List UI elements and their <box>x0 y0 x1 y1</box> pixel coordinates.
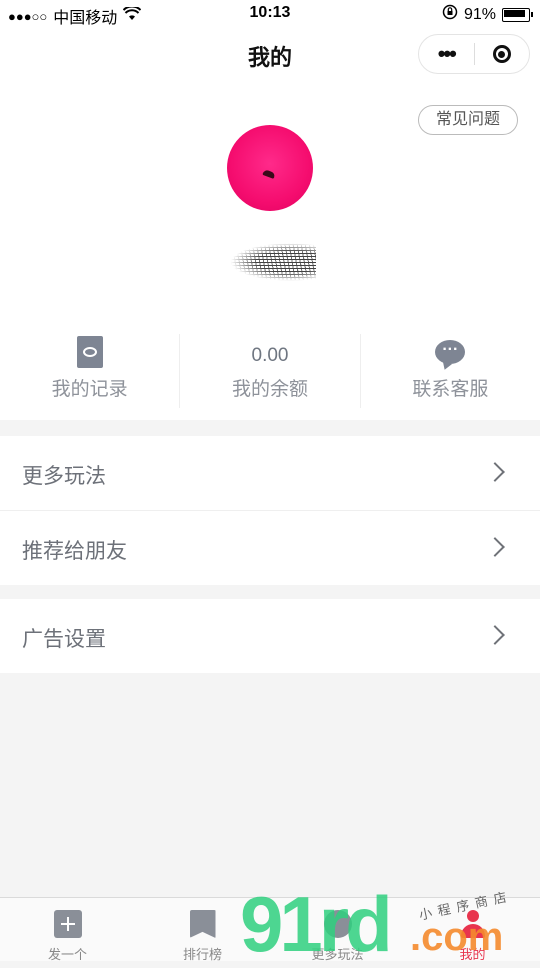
stats-row: 我的记录 0.00 我的余额 联系客服 <box>0 334 540 408</box>
menu-group-1: 更多玩法 推荐给朋友 <box>0 436 540 585</box>
games-icon <box>323 910 352 938</box>
bookmark-icon <box>189 910 216 938</box>
stat-contact-support[interactable]: 联系客服 <box>359 334 540 408</box>
person-icon <box>459 910 487 938</box>
more-dots-icon[interactable]: ••• <box>419 35 474 73</box>
avatar-watermelon-icon <box>262 169 276 179</box>
target-icon <box>492 45 511 63</box>
menu-item-recommend[interactable]: 推荐给朋友 <box>0 511 540 585</box>
menu-item-label: 广告设置 <box>22 628 106 651</box>
stat-label: 我的余额 <box>231 379 308 400</box>
tab-label: 更多玩法 <box>311 947 364 962</box>
tab-me[interactable]: 我的 <box>405 898 540 962</box>
tab-label: 我的 <box>459 947 486 962</box>
close-button[interactable] <box>475 45 530 63</box>
stat-label: 联系客服 <box>412 379 489 400</box>
menu-item-more-games[interactable]: 更多玩法 <box>0 436 540 511</box>
chat-icon <box>435 339 466 364</box>
battery-icon <box>502 7 533 22</box>
status-right: 91% <box>442 4 533 25</box>
menu-item-label: 更多玩法 <box>22 465 106 488</box>
plus-icon <box>53 910 82 938</box>
stat-my-records[interactable]: 我的记录 <box>0 334 179 408</box>
tab-label: 发一个 <box>47 947 87 962</box>
tab-post[interactable]: 发一个 <box>0 898 135 962</box>
menu-item-label: 推荐给朋友 <box>22 540 127 563</box>
rotation-lock-icon <box>442 4 458 25</box>
stat-my-balance[interactable]: 0.00 我的余额 <box>179 334 359 408</box>
nav-bar: 我的 ••• <box>0 28 540 80</box>
status-bar: ●●●○○ 中国移动 10:13 91% <box>0 0 540 28</box>
username-redacted <box>230 243 316 281</box>
stat-label: 我的记录 <box>51 379 128 400</box>
menu-item-ad-settings[interactable]: 广告设置 <box>0 599 540 673</box>
profile-section: 常见问题 我的记录 0.00 我的余额 联系客服 <box>0 80 540 420</box>
chevron-right-icon <box>485 625 505 645</box>
mini-program-capsule: ••• <box>418 34 530 74</box>
tab-more-games[interactable]: 更多玩法 <box>270 898 405 962</box>
avatar[interactable] <box>227 125 313 211</box>
battery-percent: 91% <box>463 5 496 23</box>
record-icon <box>76 336 103 368</box>
chevron-right-icon <box>485 462 505 482</box>
balance-value: 0.00 <box>251 345 289 366</box>
tab-bar: 发一个 排行榜 更多玩法 我的 <box>0 897 540 962</box>
tab-label: 排行榜 <box>182 947 222 962</box>
faq-button[interactable]: 常见问题 <box>418 105 518 135</box>
menu-group-2: 广告设置 <box>0 599 540 673</box>
chevron-right-icon <box>485 537 505 557</box>
tab-leaderboard[interactable]: 排行榜 <box>135 898 270 962</box>
